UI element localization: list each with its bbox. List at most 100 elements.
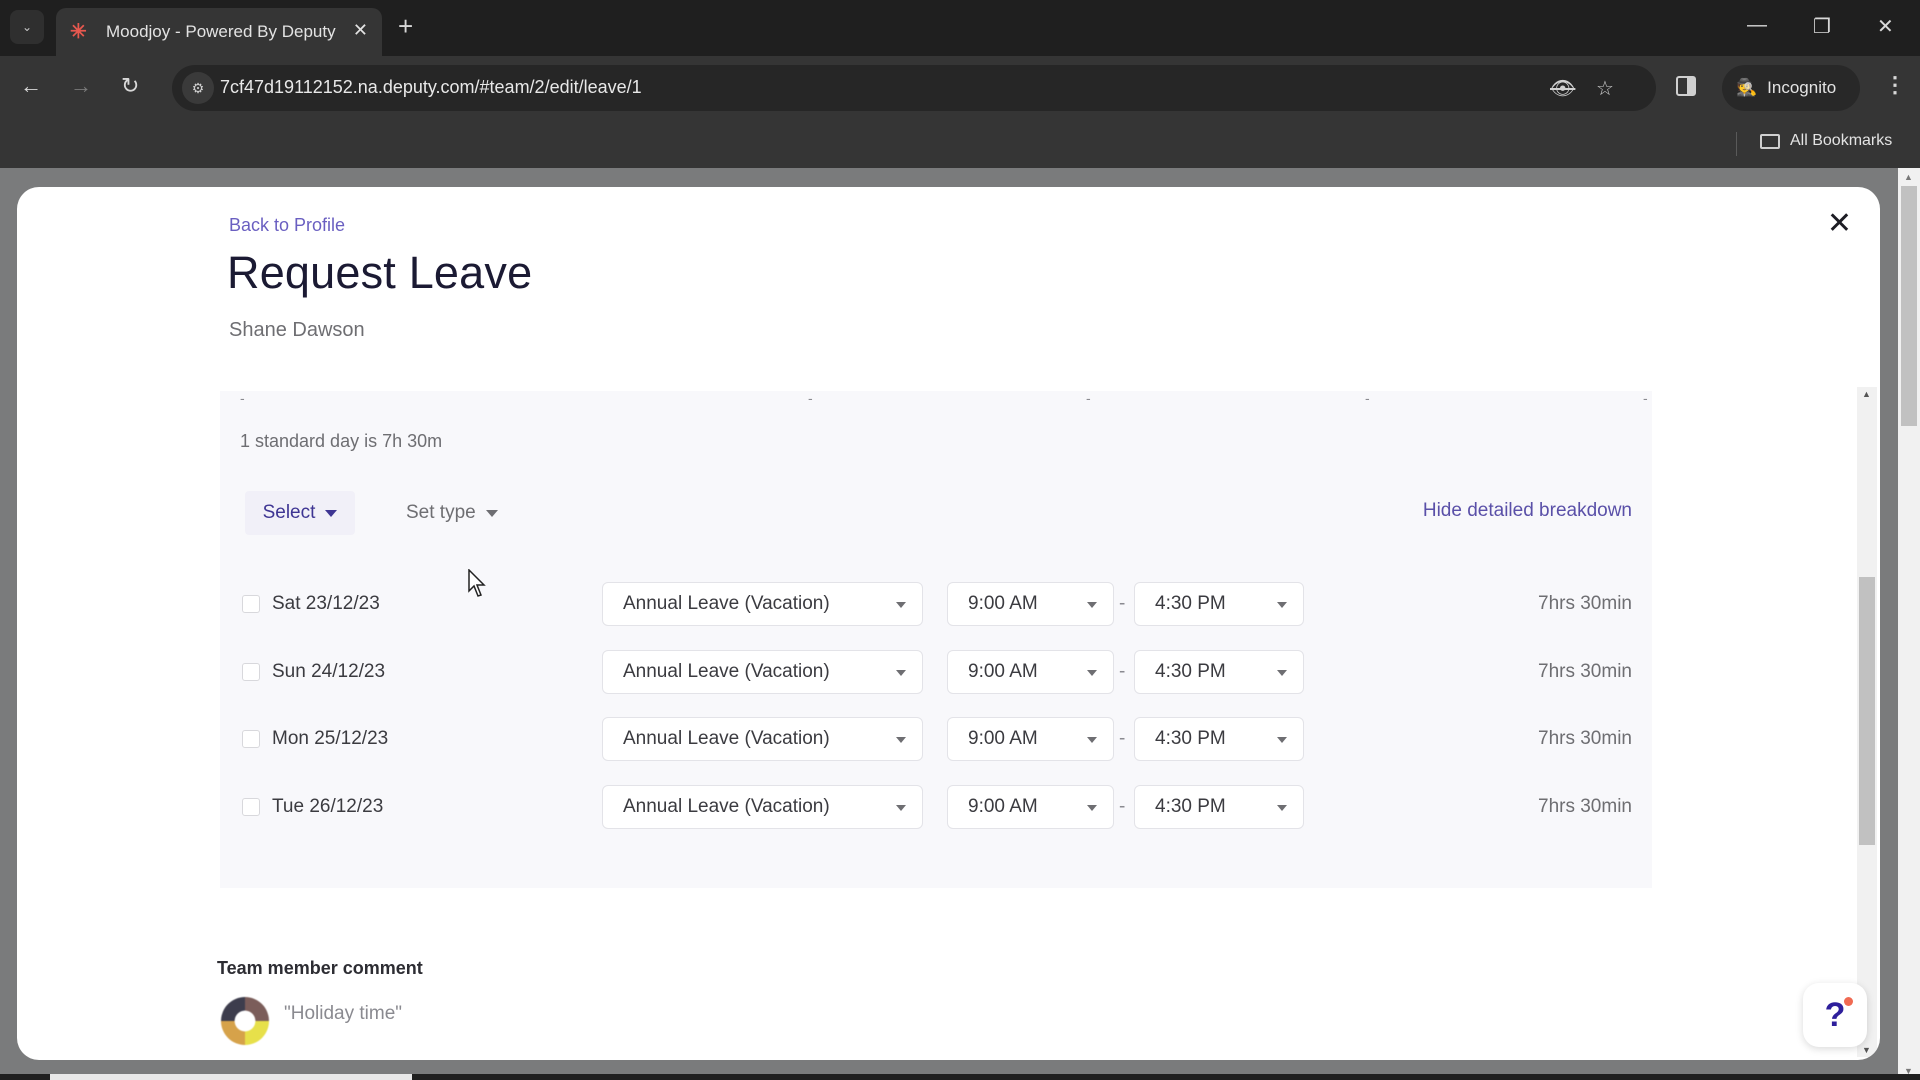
tab-close-icon[interactable]: ✕ (353, 20, 368, 41)
row-date: Mon 25/12/23 (272, 728, 389, 749)
leave-day-row: Sun 24/12/23 Annual Leave (Vacation) 9:0… (220, 650, 1652, 694)
start-time-value: 9:00 AM (968, 593, 1038, 614)
scroll-down-icon[interactable]: ▼ (1862, 1045, 1871, 1055)
eye-off-icon[interactable]: 👁 (1550, 76, 1575, 101)
browser-tab-active[interactable]: ✳ Moodjoy - Powered By Deputy ✕ (56, 8, 382, 56)
end-time-value: 4:30 PM (1155, 593, 1226, 614)
row-duration: 7hrs 30min (1538, 796, 1632, 817)
start-time-select[interactable]: 9:00 AM (947, 650, 1114, 694)
leave-type-value: Annual Leave (Vacation) (623, 796, 830, 817)
cut-off-dash: - (1365, 390, 1370, 406)
caret-down-icon (485, 509, 498, 517)
restore-icon[interactable]: ❐ (1813, 14, 1831, 39)
leave-type-select[interactable]: Annual Leave (Vacation) (602, 785, 923, 829)
bookmarks-bar: All Bookmarks (0, 120, 1920, 168)
end-time-select[interactable]: 4:30 PM (1134, 717, 1304, 761)
forward-arrow-icon[interactable]: → (70, 74, 92, 98)
browser-toolbar: ← → ↻ ⚙ 7cf47d19112152.na.deputy.com/#te… (0, 56, 1920, 120)
star-icon[interactable]: ☆ (1596, 76, 1614, 101)
caret-down-icon (1277, 805, 1287, 811)
caret-down-icon (896, 737, 906, 743)
all-bookmarks-label: All Bookmarks (1790, 132, 1893, 149)
row-checkbox[interactable] (242, 798, 260, 816)
start-time-value: 9:00 AM (968, 728, 1038, 749)
row-duration: 7hrs 30min (1538, 728, 1632, 749)
row-date: Tue 26/12/23 (272, 796, 384, 817)
chevron-down-icon: ⌄ (21, 20, 33, 34)
end-time-select[interactable]: 4:30 PM (1134, 650, 1304, 694)
page-scrollbar[interactable]: ▲ ▼ (1898, 168, 1920, 1080)
bookmarks-separator (1736, 132, 1737, 156)
incognito-icon: 🕵 (1736, 78, 1758, 97)
help-button[interactable]: ? (1803, 983, 1867, 1047)
start-time-value: 9:00 AM (968, 661, 1038, 682)
minimize-icon[interactable]: — (1747, 14, 1767, 37)
cut-off-dash: - (1643, 390, 1648, 406)
deputy-favicon-icon: ✳ (70, 21, 87, 43)
caret-down-icon (896, 805, 906, 811)
start-time-value: 9:00 AM (968, 796, 1038, 817)
page-title: Request Leave (227, 247, 533, 298)
side-panel-icon[interactable] (1676, 76, 1696, 96)
new-tab-button[interactable]: + (398, 12, 413, 40)
scroll-up-icon[interactable]: ▲ (1904, 172, 1913, 182)
address-bar[interactable]: ⚙ 7cf47d19112152.na.deputy.com/#team/2/e… (172, 65, 1656, 111)
start-time-select[interactable]: 9:00 AM (947, 785, 1114, 829)
browser-menu-icon[interactable]: ⋮ (1884, 72, 1906, 98)
row-checkbox[interactable] (242, 595, 260, 613)
leave-type-select[interactable]: Annual Leave (Vacation) (602, 717, 923, 761)
start-time-select[interactable]: 9:00 AM (947, 717, 1114, 761)
leave-breakdown-panel: - - - - - 1 standard day is 7h 30m Selec… (220, 391, 1652, 888)
leave-day-row: Mon 25/12/23 Annual Leave (Vacation) 9:0… (220, 717, 1652, 761)
cut-off-dash: - (1086, 390, 1091, 406)
url-text[interactable]: 7cf47d19112152.na.deputy.com/#team/2/edi… (220, 77, 642, 98)
caret-down-icon (1277, 602, 1287, 608)
caret-down-icon (1087, 737, 1097, 743)
end-time-select[interactable]: 4:30 PM (1134, 582, 1304, 626)
start-time-select[interactable]: 9:00 AM (947, 582, 1114, 626)
taskbar-item (50, 1074, 412, 1080)
caret-down-icon (1277, 670, 1287, 676)
close-modal-icon[interactable]: ✕ (1827, 209, 1852, 239)
employee-name: Shane Dawson (229, 319, 365, 341)
caret-down-icon (325, 509, 338, 517)
time-range-separator: - (1119, 661, 1126, 682)
incognito-badge[interactable]: 🕵 Incognito (1722, 65, 1860, 111)
modal-scrollbar-thumb[interactable] (1859, 577, 1875, 845)
end-time-value: 4:30 PM (1155, 728, 1226, 749)
row-checkbox[interactable] (242, 730, 260, 748)
modal-scrollbar[interactable]: ▲ ▼ (1857, 387, 1877, 1057)
leave-type-value: Annual Leave (Vacation) (623, 661, 830, 682)
leave-type-value: Annual Leave (Vacation) (623, 593, 830, 614)
incognito-label: Incognito (1767, 78, 1837, 97)
tab-list-button[interactable]: ⌄ (10, 10, 44, 44)
page-scrollbar-thumb[interactable] (1901, 186, 1917, 426)
team-member-comment-text: "Holiday time" (284, 1003, 403, 1024)
standard-day-info: 1 standard day is 7h 30m (240, 431, 443, 451)
caret-down-icon (896, 602, 906, 608)
reload-icon[interactable]: ↻ (121, 74, 139, 98)
end-time-select[interactable]: 4:30 PM (1134, 785, 1304, 829)
site-info-icon[interactable]: ⚙ (182, 72, 214, 104)
set-type-dropdown-button[interactable]: Set type (406, 491, 498, 535)
leave-type-select[interactable]: Annual Leave (Vacation) (602, 650, 923, 694)
back-to-profile-link[interactable]: Back to Profile (229, 215, 345, 236)
folder-icon (1760, 133, 1780, 149)
row-duration: 7hrs 30min (1538, 661, 1632, 682)
request-leave-modal: ✕ Back to Profile Request Leave Shane Da… (17, 187, 1880, 1060)
window-close-icon[interactable]: ✕ (1877, 14, 1894, 39)
question-mark-icon: ? (1824, 995, 1846, 1034)
browser-tab-bar: ⌄ ✳ Moodjoy - Powered By Deputy ✕ + — ❐ … (0, 0, 1920, 56)
tab-title: Moodjoy - Powered By Deputy (106, 22, 336, 41)
hide-detailed-breakdown-link[interactable]: Hide detailed breakdown (1423, 500, 1632, 522)
scroll-up-icon[interactable]: ▲ (1862, 389, 1871, 399)
select-dropdown-button[interactable]: Select (245, 491, 355, 535)
all-bookmarks-button[interactable]: All Bookmarks (1760, 132, 1892, 150)
end-time-value: 4:30 PM (1155, 661, 1226, 682)
leave-day-row: Sat 23/12/23 Annual Leave (Vacation) 9:0… (220, 582, 1652, 626)
leave-type-value: Annual Leave (Vacation) (623, 728, 830, 749)
leave-type-select[interactable]: Annual Leave (Vacation) (602, 582, 923, 626)
back-arrow-icon[interactable]: ← (20, 74, 42, 98)
caret-down-icon (1087, 805, 1097, 811)
row-checkbox[interactable] (242, 663, 260, 681)
